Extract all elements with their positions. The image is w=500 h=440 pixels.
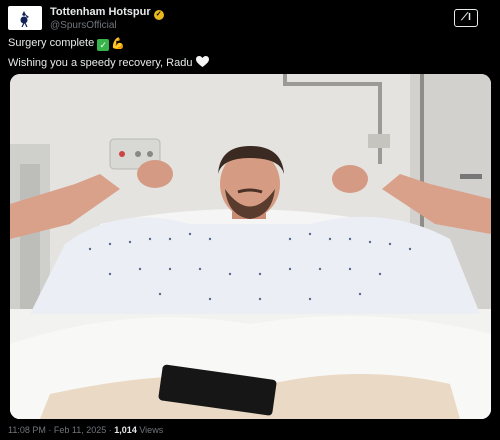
views-label: Views — [139, 425, 164, 435]
hospital-photo-illustration — [10, 74, 491, 419]
avatar[interactable] — [8, 6, 42, 30]
verified-badge-icon[interactable]: ✓ — [153, 10, 164, 20]
tweet-meta: 11:08 PM · Feb 11, 2025 · 1,014 Views — [8, 425, 163, 436]
tweet-text-wishing: Wishing you a speedy recovery, Radu — [8, 57, 193, 69]
tweet-date[interactable]: Feb 11, 2025 — [54, 425, 106, 435]
separator-dot: · — [108, 425, 112, 435]
tweet-text-surgery: Surgery complete — [8, 37, 95, 49]
tweet-photo[interactable] — [10, 74, 491, 419]
author-handle[interactable]: @SpursOfficial — [50, 20, 164, 32]
author-block[interactable]: Tottenham Hotspur ✓ @SpursOfficial — [50, 6, 164, 32]
views-count: 1,014 — [114, 425, 137, 435]
tweet-time[interactable]: 11:08 PM — [8, 425, 46, 435]
tweet-text-line-2: Wishing you a speedy recovery, Radu — [8, 56, 210, 72]
white-heart-emoji — [196, 56, 210, 72]
grok-icon[interactable]: ⟋I — [454, 9, 478, 27]
spurs-logo-icon — [20, 11, 29, 28]
separator-dot: · — [48, 425, 52, 435]
check-mark-emoji: ✓ — [97, 39, 110, 51]
tweet-header: Tottenham Hotspur ✓ @SpursOfficial ⟋I — [8, 6, 492, 32]
author-name-row[interactable]: Tottenham Hotspur ✓ — [50, 6, 164, 20]
tweet-text-line-1: Surgery complete ✓ 💪 — [8, 36, 125, 51]
flexed-biceps-emoji: 💪 — [111, 38, 125, 50]
author-name[interactable]: Tottenham Hotspur — [50, 6, 151, 18]
